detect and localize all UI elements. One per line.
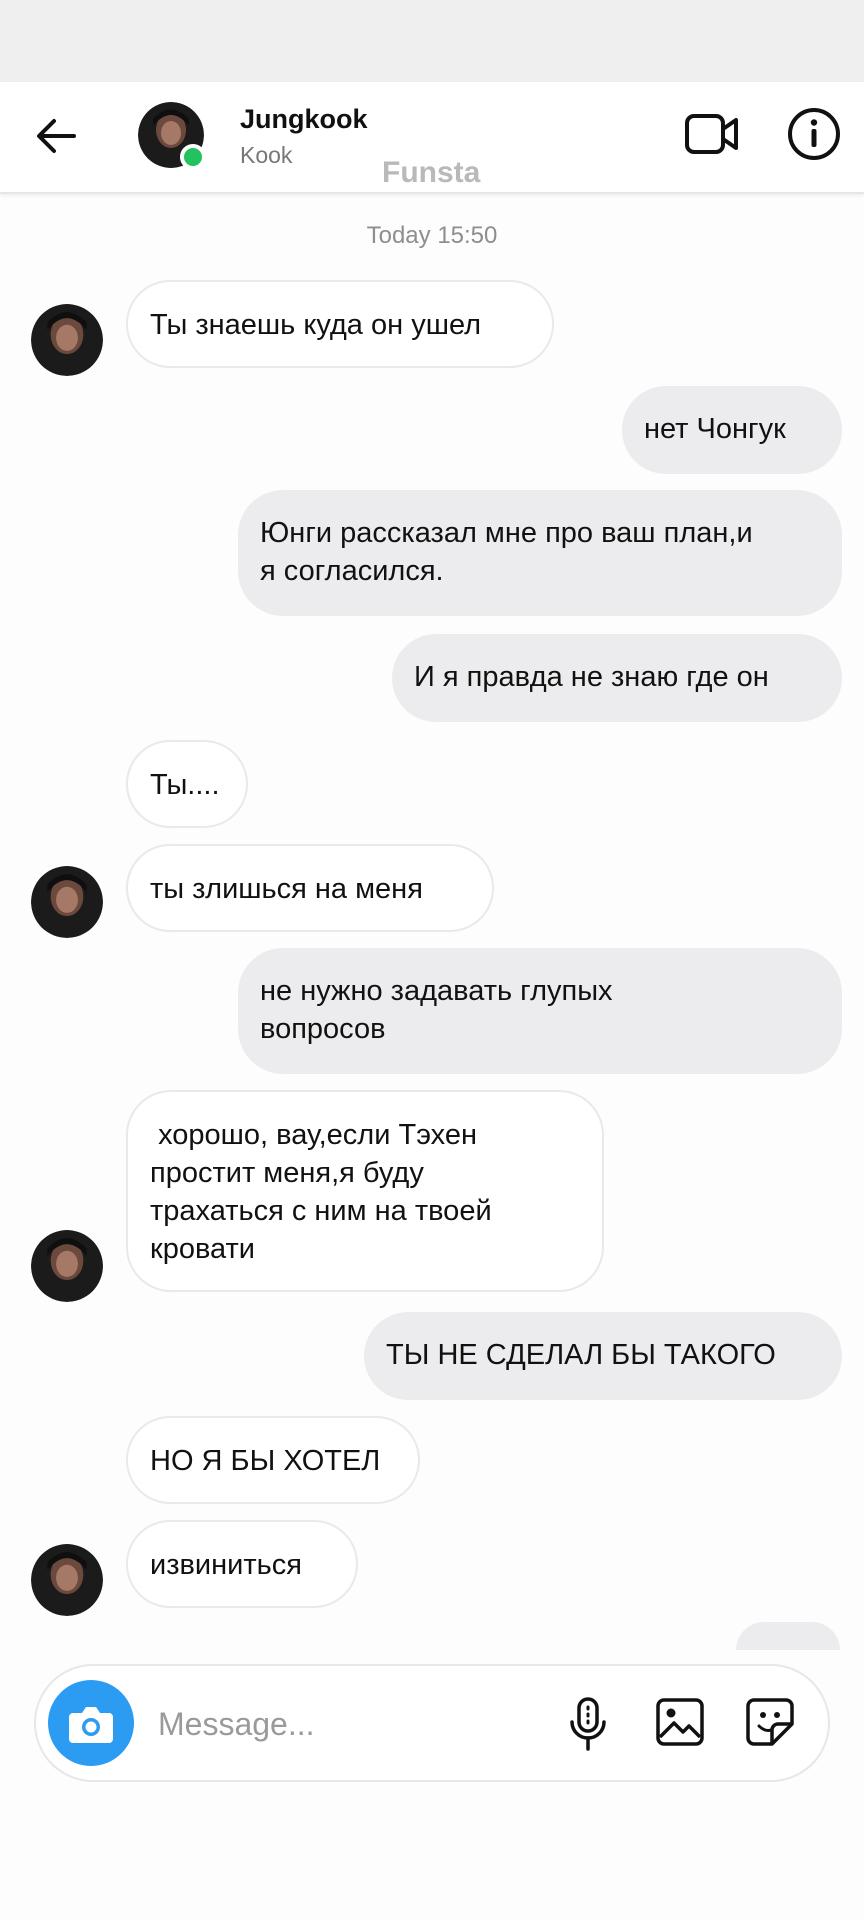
message-bubble-outgoing[interactable]: ТЫ НЕ СДЕЛАЛ БЫ ТАКОГО	[364, 1312, 842, 1400]
message-bubble-outgoing[interactable]: Юнги рассказал мне про ваш план,и я согл…	[238, 490, 842, 616]
message-bubble-incoming[interactable]: Ты знаешь куда он ушел	[126, 280, 554, 368]
message-input[interactable]	[156, 1690, 540, 1758]
message-timestamp: Today 15:50	[366, 222, 498, 249]
message-bubble-incoming[interactable]: извиниться	[126, 1520, 358, 1608]
message-bubble-incoming[interactable]: НО Я БЫ ХОТЕЛ	[126, 1416, 420, 1504]
status-bar	[0, 0, 864, 82]
sender-avatar[interactable]	[31, 304, 103, 376]
camera-icon[interactable]	[48, 1680, 134, 1766]
message-bubble-outgoing[interactable]: нет Чонгук	[622, 386, 842, 474]
contact-handle: Kook	[240, 142, 293, 168]
message-bubble-incoming[interactable]: ты злишься на меня	[126, 844, 494, 932]
microphone-icon[interactable]	[560, 1694, 616, 1754]
contact-name[interactable]: Jungkook	[240, 104, 368, 135]
watermark-text: Funsta	[382, 156, 481, 189]
message-bubble-outgoing[interactable]: И я правда не знаю где он	[392, 634, 842, 722]
gallery-icon[interactable]	[652, 1694, 708, 1750]
message-bubble-incoming[interactable]: хорошо, вау,если Тэхен простит меня,я бу…	[126, 1090, 604, 1292]
message-bubble-incoming[interactable]: Ты....	[126, 740, 248, 828]
video-call-icon[interactable]	[682, 106, 742, 162]
sender-avatar[interactable]	[31, 866, 103, 938]
back-arrow-icon[interactable]	[30, 110, 82, 162]
chat-header: Jungkook Kook Funsta	[0, 82, 864, 194]
info-icon[interactable]	[784, 104, 844, 164]
sender-avatar[interactable]	[31, 1544, 103, 1616]
message-bubble-outgoing[interactable]: не нужно задавать глупых вопросов	[238, 948, 842, 1074]
online-status-dot	[180, 144, 206, 170]
sender-avatar[interactable]	[31, 1230, 103, 1302]
sticker-icon[interactable]	[742, 1694, 798, 1750]
message-bubble-outgoing-partial	[736, 1622, 840, 1650]
